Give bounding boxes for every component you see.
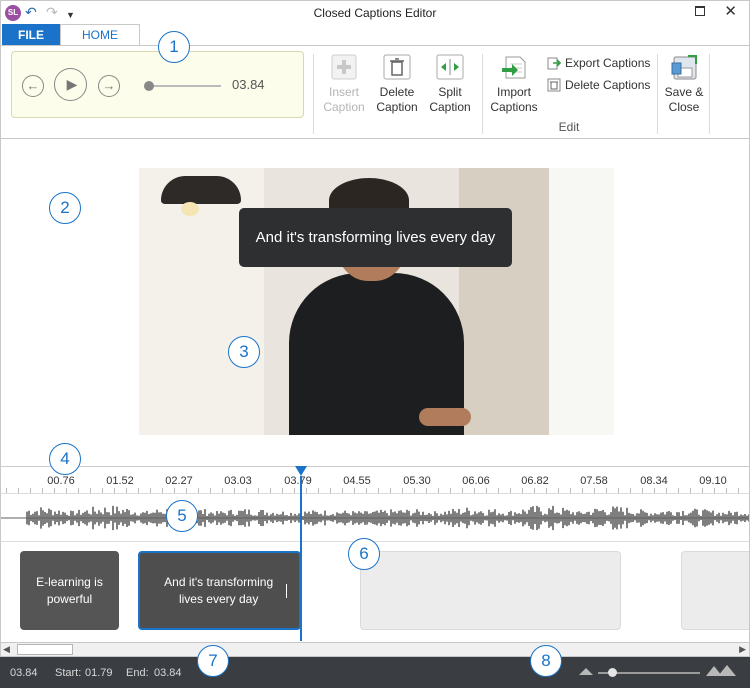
- status-start-value: 01.79: [85, 667, 113, 679]
- tick-label: 08.34: [640, 475, 668, 487]
- video-window: [549, 168, 614, 435]
- skip-forward-button[interactable]: →: [98, 75, 120, 97]
- tick-label: 00.76: [47, 475, 75, 487]
- scrollbar-thumb[interactable]: [17, 644, 73, 655]
- zoom-slider-thumb[interactable]: [608, 668, 617, 677]
- split-icon: [436, 54, 464, 80]
- callout-marker: 7: [197, 645, 229, 677]
- ribbon-separator: [709, 54, 710, 134]
- save-close-label-2: Close: [668, 100, 700, 114]
- insert-caption-label-2: Caption: [323, 100, 365, 114]
- zoom-in-icon[interactable]: [706, 665, 736, 676]
- ribbon: ← ▶ → 03.84 Insert Caption Delete Captio…: [0, 45, 750, 139]
- caption-block-selected[interactable]: And it's transforming lives every day: [138, 551, 301, 630]
- status-bar: 03.84 Start: 01.79 End: 03.84: [0, 657, 750, 688]
- video-speaker-hand: [419, 408, 471, 426]
- trash-icon: [383, 54, 411, 80]
- skip-back-button[interactable]: ←: [22, 75, 44, 97]
- playhead-handle[interactable]: [295, 466, 307, 476]
- caption-block[interactable]: E-learning is powerful: [20, 551, 119, 630]
- preview-area: [0, 139, 750, 466]
- save-close-button[interactable]: Save & Close: [661, 54, 707, 115]
- video-lamp: [161, 176, 241, 204]
- current-time: 03.84: [232, 77, 265, 92]
- zoom-out-icon[interactable]: [579, 668, 593, 675]
- close-icon[interactable]: ✕: [724, 3, 737, 21]
- plus-icon: [330, 54, 358, 80]
- insert-caption-button[interactable]: Insert Caption: [321, 54, 367, 115]
- ribbon-separator: [313, 54, 314, 134]
- scroll-left-icon[interactable]: ◀: [3, 643, 10, 656]
- delete-caption-label-1: Delete: [379, 85, 415, 99]
- tick-label: 03.79: [284, 475, 312, 487]
- seek-thumb[interactable]: [144, 81, 154, 91]
- tick-label: 02.27: [165, 475, 193, 487]
- caption-block-text[interactable]: And it's transforming lives every day: [152, 574, 285, 608]
- callout-marker: 5: [166, 500, 198, 532]
- tick-label: 03.03: [224, 475, 252, 487]
- export-icon: [547, 56, 562, 70]
- import-captions-label-2: Captions: [490, 100, 538, 114]
- caption-overlay: And it's transforming lives every day: [239, 208, 512, 267]
- timeline-ruler[interactable]: 00.76 01.52 02.27 03.03 03.79 04.55 05.3…: [0, 466, 750, 493]
- tab-file[interactable]: FILE: [2, 24, 60, 46]
- title-bar: SL ↶ ↷ ▼ Closed Captions Editor ✕: [0, 0, 750, 24]
- delete-caption-label-2: Caption: [376, 100, 418, 114]
- callout-marker: 6: [348, 538, 380, 570]
- delete-captions-icon: [547, 78, 561, 92]
- insert-caption-label-1: Insert: [328, 85, 359, 99]
- scroll-right-icon[interactable]: ▶: [739, 643, 746, 656]
- playhead-line[interactable]: [300, 476, 302, 641]
- callout-marker: 8: [530, 645, 562, 677]
- save-close-icon: [670, 54, 698, 80]
- tick-label: 05.30: [403, 475, 431, 487]
- video-bulb: [181, 202, 199, 216]
- window-title: Closed Captions Editor: [313, 6, 437, 20]
- status-position: 03.84: [10, 667, 38, 679]
- callout-marker: 2: [49, 192, 81, 224]
- export-captions-label: Export Captions: [565, 56, 651, 70]
- tick-label: 09.10: [699, 475, 727, 487]
- split-caption-button[interactable]: Split Caption: [427, 54, 473, 115]
- play-button[interactable]: ▶: [54, 68, 87, 101]
- delete-caption-button[interactable]: Delete Caption: [374, 54, 420, 115]
- callout-marker: 3: [228, 336, 260, 368]
- import-captions-button[interactable]: Import Captions: [487, 54, 541, 115]
- maximize-icon[interactable]: [695, 6, 705, 16]
- callout-marker: 4: [49, 443, 81, 475]
- tick-label: 04.55: [343, 475, 371, 487]
- split-caption-label-2: Caption: [429, 100, 471, 114]
- status-end-label: End:: [126, 667, 149, 679]
- ribbon-separator: [657, 54, 658, 134]
- caption-block-empty[interactable]: [681, 551, 749, 630]
- playback-controls: ← ▶ → 03.84: [11, 51, 304, 118]
- delete-captions-button[interactable]: Delete Captions: [547, 77, 650, 93]
- split-caption-label-1: Split: [438, 85, 462, 99]
- seek-track[interactable]: [149, 85, 221, 87]
- tick-label: 07.58: [580, 475, 608, 487]
- tick-label: 06.06: [462, 475, 490, 487]
- ribbon-tabs: FILE HOME: [0, 24, 750, 47]
- caption-block-empty[interactable]: [360, 551, 621, 630]
- import-captions-label-1: Import: [496, 85, 531, 99]
- tick-label: 01.52: [106, 475, 134, 487]
- delete-captions-label: Delete Captions: [565, 78, 651, 92]
- export-captions-button[interactable]: Export Captions: [547, 55, 650, 71]
- callout-marker: 1: [158, 31, 190, 63]
- status-start-label: Start:: [55, 667, 82, 679]
- import-icon: [500, 54, 528, 80]
- ribbon-separator: [482, 54, 483, 134]
- tab-home[interactable]: HOME: [60, 24, 140, 47]
- tick-label: 06.82: [521, 475, 549, 487]
- status-end-value: 03.84: [154, 667, 182, 679]
- text-caret: [286, 583, 287, 598]
- edit-group-label: Edit: [558, 120, 580, 134]
- audio-waveform[interactable]: [0, 493, 750, 541]
- timeline-scrollbar[interactable]: ◀ ▶: [0, 642, 750, 657]
- save-close-label-1: Save &: [664, 85, 704, 99]
- waveform-graphic: [1, 505, 749, 531]
